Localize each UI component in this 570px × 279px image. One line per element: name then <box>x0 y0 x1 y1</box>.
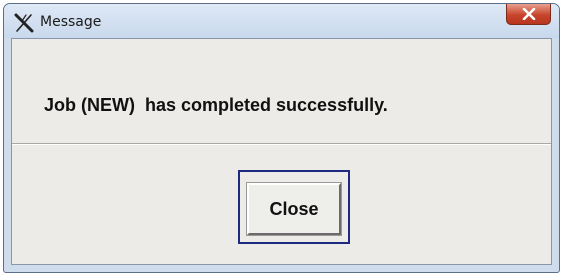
dialog-body: Job (NEW) has completed successfully. Cl… <box>11 38 552 265</box>
close-button[interactable]: Close <box>246 182 342 236</box>
close-icon <box>522 8 536 20</box>
message-dialog-window: Message Job (NEW) has completed successf… <box>3 3 560 273</box>
window-close-button[interactable] <box>506 4 551 25</box>
status-message: Job (NEW) has completed successfully. <box>44 95 388 115</box>
x-logo-icon <box>14 13 34 33</box>
window-title: Message <box>40 14 102 30</box>
title-bar[interactable]: Message <box>4 4 559 38</box>
divider <box>12 143 551 145</box>
